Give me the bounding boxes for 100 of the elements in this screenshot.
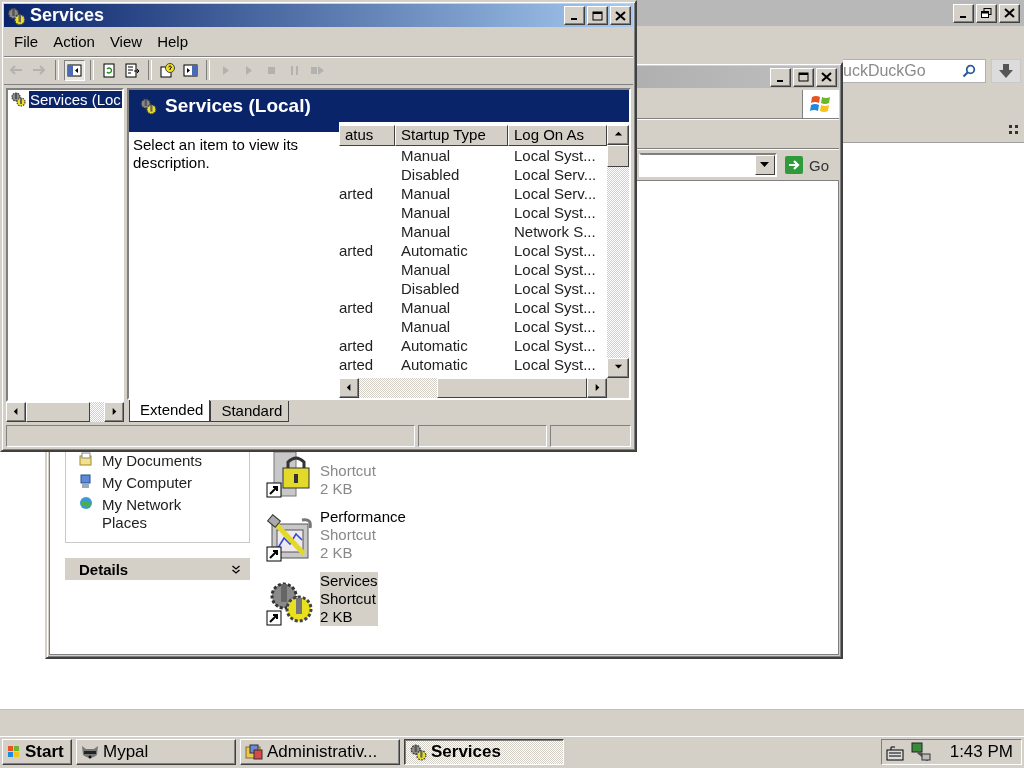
table-cell-text: arted	[339, 183, 375, 203]
table-cell-text: Manual	[400, 145, 452, 165]
table-cell-text: Automatic	[400, 354, 469, 374]
file-label[interactable]: Shortcut 2 KB	[320, 462, 376, 498]
scroll-right-button[interactable]	[104, 401, 124, 422]
table-cell-text: Automatic	[400, 335, 469, 355]
minimize-icon	[959, 15, 966, 18]
file-label[interactable]: Performance Shortcut 2 KB	[320, 508, 406, 562]
horizontal-scrollbar[interactable]	[6, 401, 124, 422]
scroll-down-button[interactable]	[607, 357, 629, 378]
four-color-flag-icon	[810, 94, 832, 114]
table-cell-text: Manual	[400, 202, 452, 222]
table-cell-text: Local Syst...	[513, 259, 597, 279]
window-title: Services	[30, 5, 105, 27]
minimize-icon	[570, 18, 577, 21]
table-cell-text: Manual	[400, 221, 452, 241]
table-cell-text: Manual	[400, 259, 452, 279]
tab[interactable]: Standard	[210, 400, 290, 422]
four-color-flag-icon	[7, 745, 21, 759]
gears-icon	[10, 91, 26, 108]
table-cell-text: Local Syst...	[513, 278, 597, 298]
folder-icon	[245, 743, 263, 761]
scroll-left-button[interactable]	[339, 377, 359, 398]
properties-pane-icon	[183, 62, 198, 78]
chevron-icon	[232, 564, 240, 574]
close-button[interactable]	[816, 67, 837, 87]
horizontal-scrollbar[interactable]	[339, 377, 607, 398]
search-icon	[962, 64, 976, 78]
start-button[interactable]: Start	[2, 739, 72, 765]
vertical-scrollbar[interactable]	[607, 124, 629, 378]
help-icon	[160, 62, 175, 78]
minimize-button[interactable]	[564, 6, 585, 26]
close-button[interactable]	[999, 3, 1020, 23]
table-cell-text: Local Syst...	[513, 240, 597, 260]
table-cell-text: Local Syst...	[513, 297, 597, 317]
menu-item[interactable]: File	[8, 33, 48, 51]
tree-item[interactable]: Services (Loc	[29, 90, 122, 108]
column-header[interactable]: Startup Type	[395, 124, 508, 146]
table-cell-text: Local Syst...	[513, 202, 597, 222]
details-header[interactable]: Details	[65, 558, 250, 580]
download-button[interactable]	[991, 59, 1021, 83]
gears-icon	[139, 96, 157, 115]
address-field[interactable]	[639, 153, 777, 177]
pane-title: Services (Local)	[165, 94, 311, 117]
taskbar-button[interactable]: Administrativ...	[240, 739, 400, 765]
go-button[interactable]: Go	[783, 153, 835, 177]
close-button[interactable]	[610, 6, 631, 26]
refresh-icon	[102, 62, 117, 78]
task-link[interactable]: My Network Places	[102, 496, 212, 532]
panel-toggle-icon	[67, 62, 82, 78]
table-cell-text: Manual	[400, 183, 452, 203]
globe-icon	[78, 496, 94, 512]
gears-icon	[6, 5, 26, 26]
clock[interactable]: 1:43 PM	[949, 742, 1013, 762]
scroll-left-button[interactable]	[6, 401, 26, 422]
tab[interactable]: Extended	[129, 399, 211, 422]
restore-button[interactable]	[976, 3, 997, 23]
taskbar-button[interactable]: Mypal	[76, 739, 236, 765]
task-link[interactable]: My Documents	[102, 452, 212, 470]
scroll-thumb[interactable]	[607, 144, 629, 167]
table-cell-text: Local Serv...	[513, 183, 598, 203]
grip-icon	[1009, 125, 1019, 135]
search-field[interactable]: uckDuckGo	[843, 59, 986, 83]
column-header[interactable]: atus	[339, 124, 395, 146]
table-cell-text: Manual	[400, 316, 452, 336]
right-arrow-icon	[785, 156, 803, 174]
minimize-button[interactable]	[770, 67, 791, 87]
table-cell-text: Local Syst...	[513, 316, 597, 336]
network-computer-icon[interactable]	[909, 742, 932, 762]
table-cell-text: arted	[339, 335, 375, 355]
down-arrow-icon	[999, 64, 1013, 78]
scroll-thumb[interactable]	[437, 377, 587, 398]
description-text: Select an item to view its description.	[133, 135, 300, 172]
scrollbar-corner	[607, 377, 629, 398]
menu-item[interactable]: Help	[151, 33, 197, 51]
menu-item[interactable]: Action	[47, 33, 104, 51]
maximize-button[interactable]	[587, 6, 608, 26]
close-icon	[1004, 8, 1015, 18]
caret-icon	[760, 162, 770, 168]
scroll-thumb[interactable]	[26, 401, 90, 422]
minimize-button[interactable]	[953, 3, 974, 23]
scroll-track[interactable]	[90, 401, 104, 422]
taskbar-button[interactable]: Services	[404, 739, 564, 765]
restore-icon	[981, 8, 992, 18]
panel-toggle-button[interactable]	[64, 59, 85, 81]
scroll-up-button[interactable]	[607, 124, 629, 145]
file-label[interactable]: Services Shortcut 2 KB	[320, 572, 378, 626]
task-link[interactable]: My Computer	[102, 474, 212, 492]
menu-item[interactable]: View	[103, 33, 152, 51]
column-header[interactable]: Log On As	[508, 124, 607, 146]
computer-icon	[78, 474, 94, 490]
keyboard-icon[interactable]	[885, 743, 904, 761]
table-cell-text: arted	[339, 354, 375, 374]
details-title: Details	[79, 560, 129, 578]
table-cell-text: Disabled	[400, 278, 461, 298]
dropdown-button[interactable]	[755, 155, 775, 175]
scroll-right-button[interactable]	[587, 377, 607, 398]
animal-head-icon	[81, 743, 99, 761]
table-cell-text: Local Syst...	[513, 145, 597, 165]
maximize-button[interactable]	[793, 67, 814, 87]
